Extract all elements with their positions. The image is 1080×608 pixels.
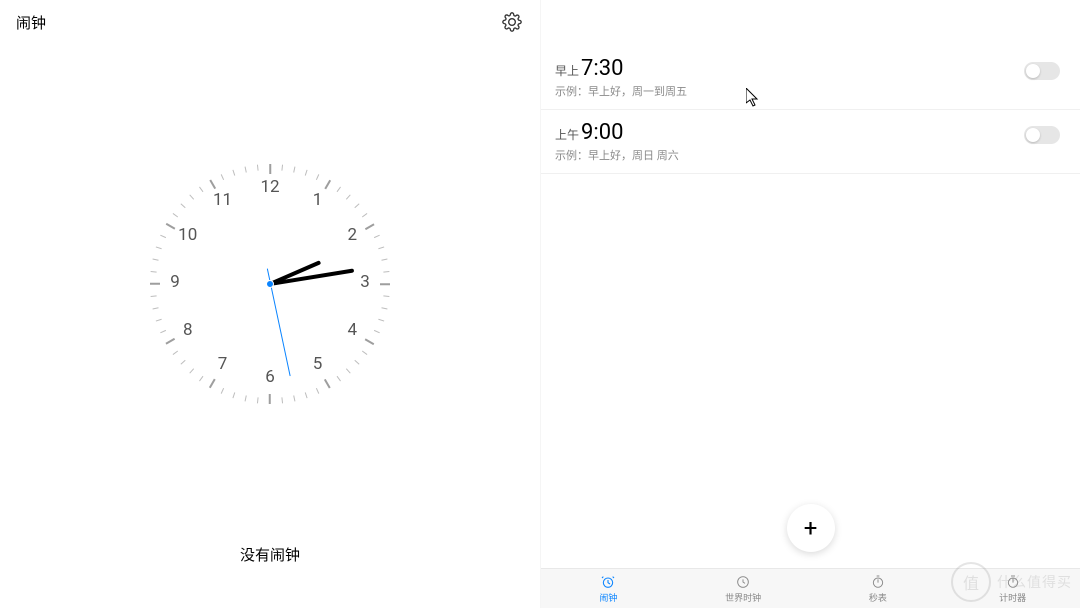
alarm-time: 9:00 (581, 120, 623, 145)
timer-icon (1005, 574, 1021, 590)
tab-label: 秒表 (869, 591, 887, 604)
alarm-period: 上午 (555, 126, 579, 143)
settings-button[interactable] (500, 10, 524, 34)
clock-center-cap (266, 280, 274, 288)
alarm-row[interactable]: 早上7:30 示例：早上好，周一到周五 (541, 46, 1080, 110)
right-pane: 早上7:30 示例：早上好，周一到周五上午9:00 示例：早上好，周日 周六 + 闹… (540, 0, 1080, 608)
clock-numeral: 1 (304, 190, 332, 214)
clock-numeral: 4 (338, 320, 366, 344)
alarm-toggle[interactable] (1024, 126, 1060, 144)
add-alarm-button[interactable]: + (787, 504, 835, 552)
clock-numeral: 8 (174, 320, 202, 344)
tab-stopwatch[interactable]: 秒表 (811, 569, 946, 608)
tab-label: 世界时钟 (725, 591, 761, 604)
alarm-time: 7:30 (581, 56, 623, 81)
alarm-toggle[interactable] (1024, 62, 1060, 80)
clock-numeral: 9 (161, 272, 189, 296)
alarm-description: 示例：早上好，周一到周五 (555, 83, 687, 99)
tab-worldclock[interactable]: 世界时钟 (676, 569, 811, 608)
clock-numeral: 6 (256, 367, 284, 391)
tab-label: 计时器 (999, 591, 1026, 604)
gear-icon (502, 12, 522, 32)
clock-numeral: 5 (304, 354, 332, 378)
tab-timer[interactable]: 计时器 (945, 569, 1080, 608)
clock-numeral: 2 (338, 225, 366, 249)
alarm-icon (600, 574, 616, 590)
tab-alarm[interactable]: 闹钟 (541, 569, 676, 608)
tab-label: 闹钟 (599, 591, 617, 604)
clock-numeral: 12 (256, 177, 284, 201)
clock-numeral: 11 (209, 190, 237, 214)
alarm-list: 早上7:30 示例：早上好，周一到周五上午9:00 示例：早上好，周日 周六 (541, 46, 1080, 174)
plus-icon: + (804, 514, 818, 542)
empty-state-text: 没有闹钟 (0, 544, 540, 565)
bottom-tab-bar: 闹钟 世界时钟 秒表 计时器 (541, 568, 1080, 608)
left-pane: 闹钟 12 12 3 45678 9 10 11 没有闹钟 (0, 0, 540, 608)
stopwatch-icon (870, 574, 886, 590)
clock-numeral: 7 (209, 354, 237, 378)
analog-clock: 12 12 3 45678 9 10 11 (0, 164, 540, 404)
page-title: 闹钟 (16, 12, 46, 33)
alarm-description: 示例：早上好，周日 周六 (555, 147, 679, 163)
clock-numeral: 3 (351, 272, 379, 296)
left-header: 闹钟 (0, 0, 540, 44)
clock-numeral: 10 (174, 225, 202, 249)
alarm-row[interactable]: 上午9:00 示例：早上好，周日 周六 (541, 110, 1080, 174)
globe-clock-icon (735, 574, 751, 590)
alarm-period: 早上 (555, 62, 579, 79)
